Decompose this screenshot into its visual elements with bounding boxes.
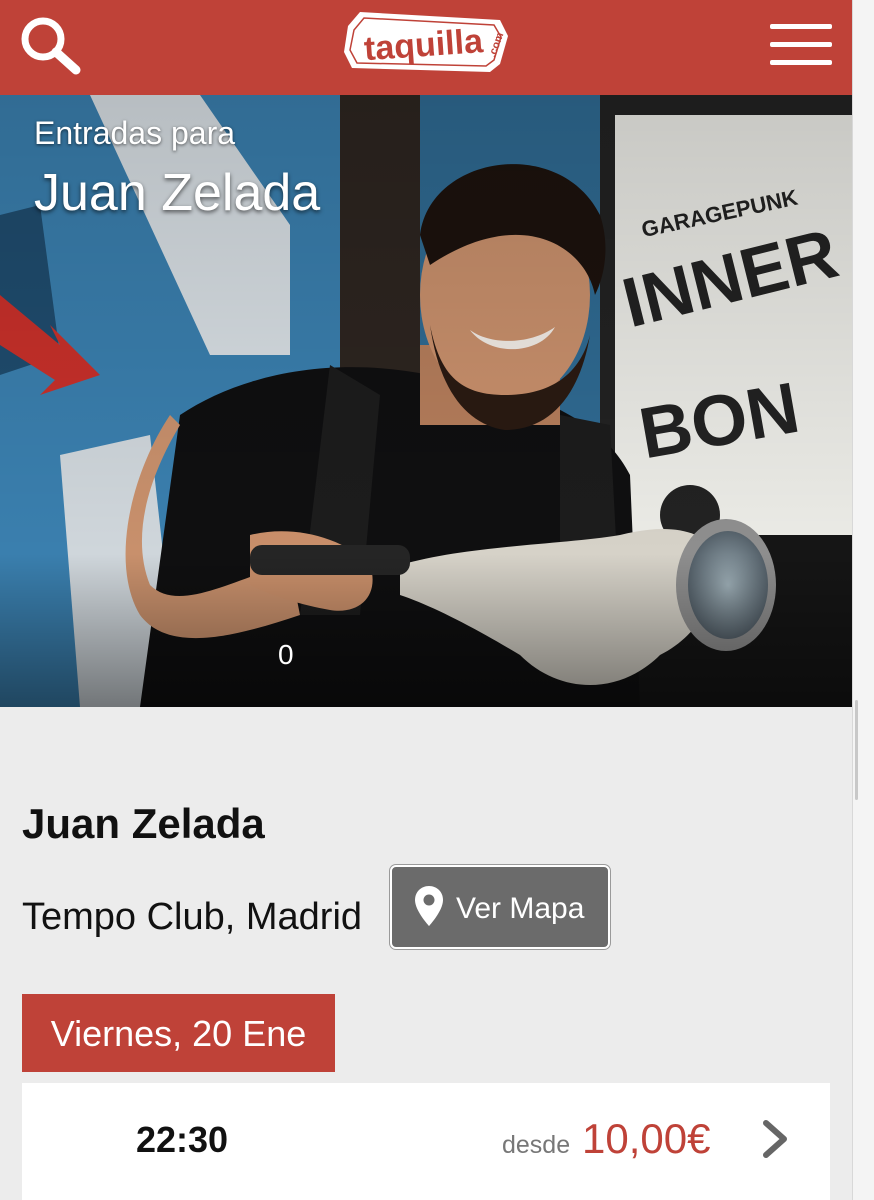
event-title: Juan Zelada	[22, 800, 265, 847]
view-map-label: Ver Mapa	[456, 892, 585, 925]
hamburger-menu-icon-line	[770, 42, 832, 47]
image-counter: 0	[278, 639, 294, 670]
session-price: 10,00€	[582, 1115, 711, 1162]
hamburger-menu-icon-line	[770, 60, 832, 65]
search-icon	[21, 17, 81, 75]
hamburger-menu-icon	[770, 24, 832, 29]
date-tab[interactable]: Viernes, 20 Ene	[22, 994, 335, 1072]
scrollbar-thumb[interactable]	[855, 700, 858, 800]
chevron-right-icon	[763, 1120, 787, 1158]
event-venue: Tempo Club, Madrid	[22, 896, 363, 938]
page: taquilla .com Entradas para Juan Zelada …	[0, 0, 852, 1200]
map-pin-icon	[415, 886, 443, 926]
hero-subtitle: Entradas para	[34, 115, 236, 151]
hero-title: Juan Zelada	[34, 164, 321, 222]
price-from-label: desde	[502, 1131, 571, 1159]
view-map-button[interactable]: Ver Mapa	[390, 865, 610, 949]
top-bar: taquilla .com	[0, 0, 852, 95]
session-row[interactable]: 22:30 desde 10,00€	[22, 1083, 830, 1200]
menu-button[interactable]	[766, 20, 836, 70]
scrollbar[interactable]	[852, 0, 874, 1200]
taquilla-logo[interactable]: taquilla .com	[340, 6, 512, 80]
hero-banner[interactable]: GARAGEPUNK INNER BON	[0, 95, 852, 707]
session-time: 22:30	[136, 1119, 229, 1160]
search-button[interactable]	[18, 14, 84, 76]
